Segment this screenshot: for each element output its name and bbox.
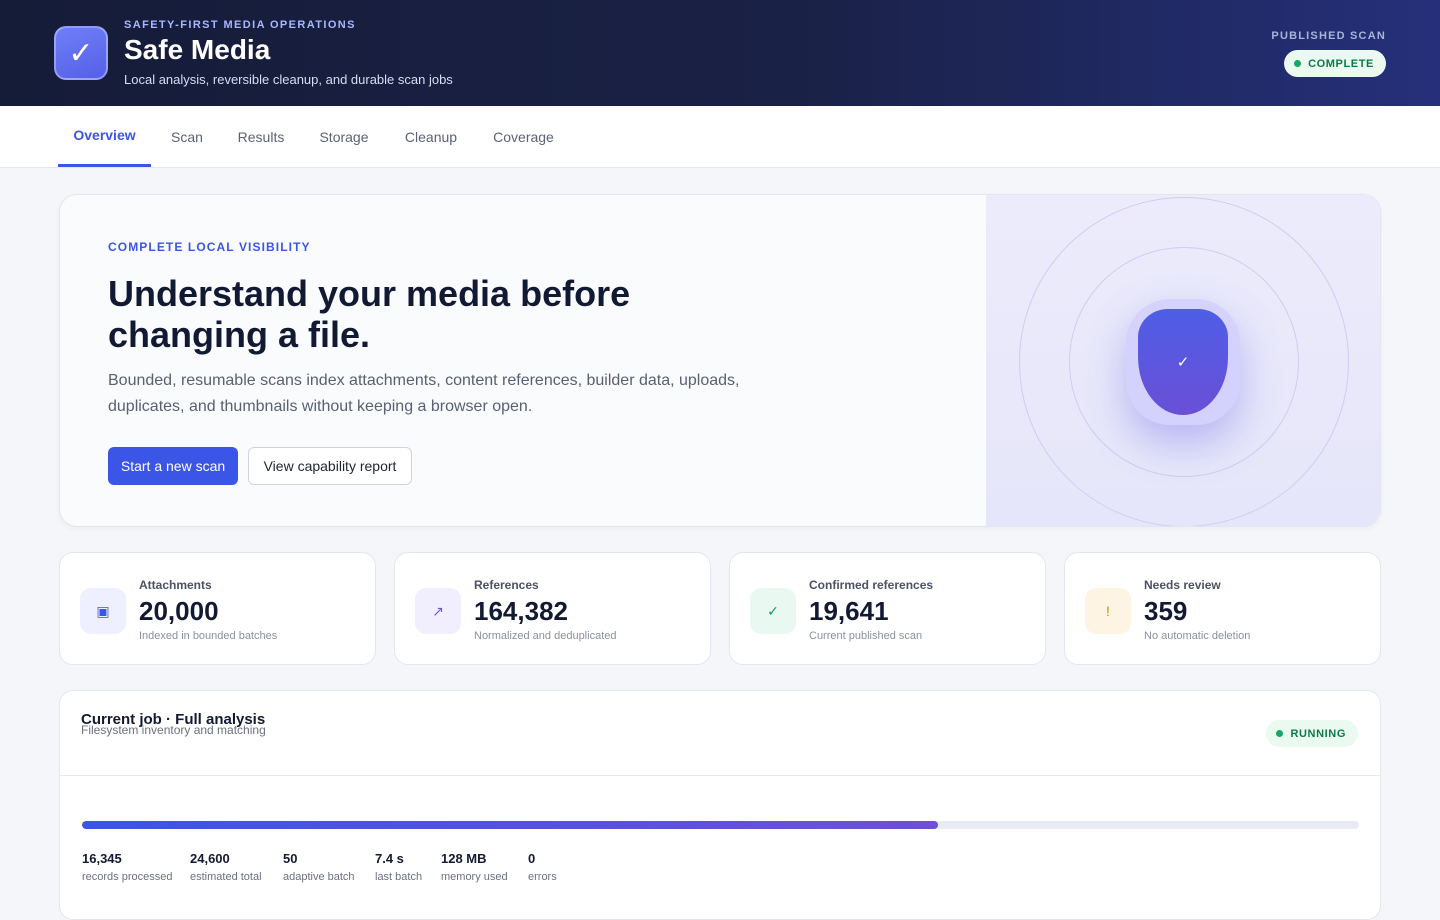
tab-bar: Overview Scan Results Storage Cleanup Co… xyxy=(0,106,1440,168)
metric-value: 128 MB xyxy=(441,851,487,866)
metric-label: last batch xyxy=(375,871,423,883)
hero-panel: COMPLETE LOCAL VISIBILITY Understand you… xyxy=(59,194,1381,527)
tab-results[interactable]: Results xyxy=(226,106,296,167)
metric-value: 0 xyxy=(528,851,536,866)
stat-value: 19,641 xyxy=(809,596,889,626)
warning-icon: ! xyxy=(1085,588,1131,634)
tab-overview[interactable]: Overview xyxy=(58,106,151,167)
stat-note: Current published scan xyxy=(809,630,923,642)
metric-value: 50 xyxy=(283,851,298,866)
tab-storage[interactable]: Storage xyxy=(308,106,380,167)
stat-card-confirmed-references: ✓ Confirmed references 19,641 Current pu… xyxy=(729,552,1046,665)
tab-coverage[interactable]: Coverage xyxy=(482,106,565,167)
divider xyxy=(60,775,1380,776)
stat-note: Normalized and deduplicated xyxy=(474,630,617,642)
metric-value: 16,345 xyxy=(82,851,122,866)
stat-card-needs-review: ! Needs review 359 No automatic deletion xyxy=(1064,552,1381,665)
stat-note: No automatic deletion xyxy=(1144,630,1251,642)
hero-title: Understand your media before changing a … xyxy=(108,273,631,355)
tab-cleanup[interactable]: Cleanup xyxy=(393,106,469,167)
metric-estimated-total: 24,600 estimated total xyxy=(190,851,262,883)
attachment-icon: ▣ xyxy=(80,588,126,634)
metric-last-batch: 7.4 s last batch xyxy=(375,851,422,883)
published-status-badge: COMPLETE xyxy=(1284,50,1386,77)
metric-errors: 0 errors xyxy=(528,851,557,883)
checkmark-icon: ✓ xyxy=(750,588,796,634)
stat-label: Confirmed references xyxy=(809,578,934,592)
stat-label: Needs review xyxy=(1144,578,1221,592)
job-progress-fill xyxy=(82,821,938,829)
link-arrow-icon: ↗ xyxy=(415,588,461,634)
status-dot-icon xyxy=(1276,730,1284,737)
stat-value: 164,382 xyxy=(474,596,568,626)
current-job-panel: Current job · Full analysis Filesystem i… xyxy=(59,690,1381,920)
start-new-scan-button[interactable]: Start a new scan xyxy=(108,447,238,485)
app-header: ✓ SAFETY-FIRST MEDIA OPERATIONS Safe Med… xyxy=(0,0,1440,106)
job-status-text: RUNNING xyxy=(1290,727,1346,740)
app-title: Safe Media xyxy=(124,34,271,65)
stat-value: 20,000 xyxy=(139,596,219,626)
hero-description: Bounded, resumable scans index attachmen… xyxy=(108,372,740,415)
published-scan-label: PUBLISHED SCAN xyxy=(1271,30,1386,42)
metric-label: adaptive batch xyxy=(283,871,355,883)
job-status-badge: RUNNING xyxy=(1266,720,1358,747)
stat-value: 359 xyxy=(1144,596,1188,626)
metric-memory-used: 128 MB memory used xyxy=(441,851,508,883)
hero-illustration: ✓ xyxy=(986,195,1380,526)
logo-check-icon: ✓ xyxy=(54,26,108,80)
tab-scan[interactable]: Scan xyxy=(160,106,214,167)
metric-value: 24,600 xyxy=(190,851,230,866)
stat-card-references: ↗ References 164,382 Normalized and dedu… xyxy=(394,552,711,665)
stat-label: References xyxy=(474,578,539,592)
metric-value: 7.4 s xyxy=(375,851,404,866)
metric-label: errors xyxy=(528,871,557,883)
status-dot-icon xyxy=(1294,60,1302,67)
metric-records-processed: 16,345 records processed xyxy=(82,851,173,883)
stat-card-attachments: ▣ Attachments 20,000 Indexed in bounded … xyxy=(59,552,376,665)
brand-eyebrow: SAFETY-FIRST MEDIA OPERATIONS xyxy=(124,19,356,31)
view-capability-report-button[interactable]: View capability report xyxy=(248,447,412,485)
job-subtitle: Filesystem inventory and matching xyxy=(81,723,266,737)
published-status-text: COMPLETE xyxy=(1308,57,1374,70)
stat-label: Attachments xyxy=(139,578,212,592)
hero-eyebrow: COMPLETE LOCAL VISIBILITY xyxy=(108,240,311,254)
metric-label: memory used xyxy=(441,871,508,883)
metric-label: records processed xyxy=(82,871,173,883)
app-subtitle: Local analysis, reversible cleanup, and … xyxy=(124,72,453,87)
metric-label: estimated total xyxy=(190,871,262,883)
stat-note: Indexed in bounded batches xyxy=(139,630,278,642)
metric-adaptive-batch: 50 adaptive batch xyxy=(283,851,355,883)
job-progress-bar xyxy=(82,821,1359,829)
